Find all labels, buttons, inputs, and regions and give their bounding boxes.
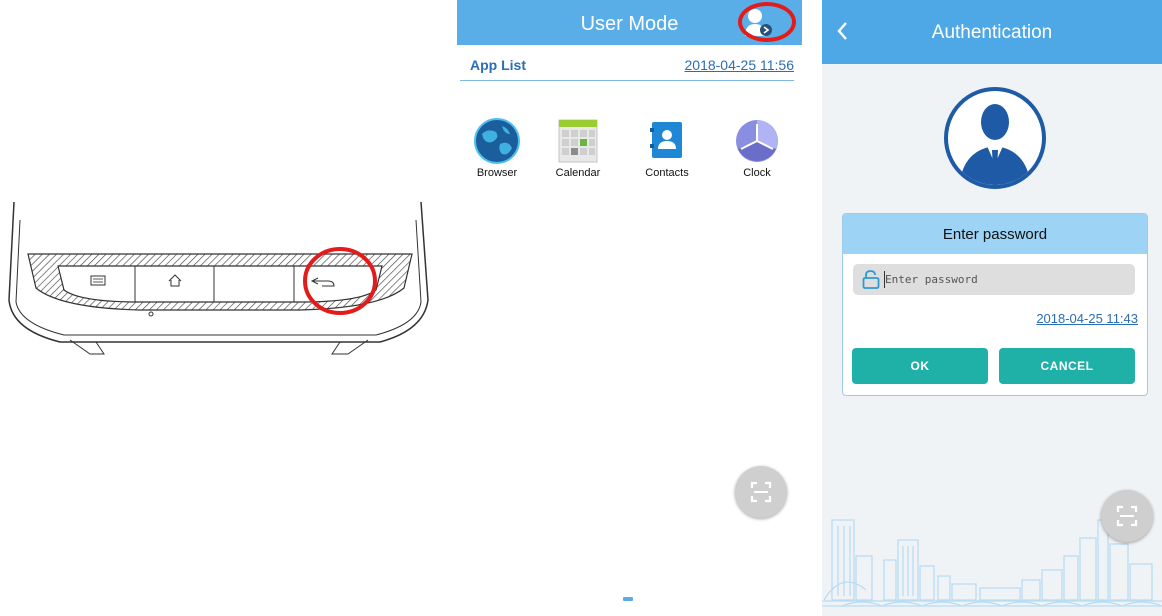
chevron-left-icon xyxy=(837,22,847,40)
page-indicator xyxy=(623,597,633,601)
app-label: Calendar xyxy=(555,167,601,179)
authentication-header: Authentication xyxy=(822,0,1162,64)
app-label: Browser xyxy=(476,167,518,179)
app-calendar[interactable]: Calendar xyxy=(543,118,613,179)
scan-icon xyxy=(1116,505,1138,527)
password-input[interactable]: Enter password xyxy=(853,264,1135,295)
authentication-title: Authentication xyxy=(931,22,1053,43)
clock-icon xyxy=(734,118,780,164)
device-diagram xyxy=(8,201,429,355)
cancel-button[interactable]: CANCEL xyxy=(999,348,1135,384)
password-placeholder: Enter password xyxy=(885,273,978,286)
app-clock[interactable]: Clock xyxy=(722,118,792,179)
user-mode-screen: User Mode App List 2018-04-25 11:56 Brow… xyxy=(457,0,802,616)
browser-globe-icon xyxy=(474,118,520,164)
ok-button[interactable]: OK xyxy=(852,348,988,384)
user-avatar-icon xyxy=(944,87,1046,189)
scan-button[interactable] xyxy=(735,466,787,518)
user-mode-title: User Mode xyxy=(580,13,679,35)
calendar-icon xyxy=(555,118,601,164)
app-contacts[interactable]: Contacts xyxy=(632,118,702,179)
app-browser[interactable]: Browser xyxy=(462,118,532,179)
app-label: Clock xyxy=(743,167,771,179)
scan-icon xyxy=(750,481,772,503)
scan-button[interactable] xyxy=(1101,490,1153,542)
app-list-label: App List xyxy=(470,57,526,73)
divider xyxy=(460,80,794,81)
app-label: Contacts xyxy=(645,167,689,179)
app-list-bar: App List 2018-04-25 11:56 xyxy=(457,47,802,81)
unlock-icon xyxy=(862,270,880,289)
contacts-icon xyxy=(644,118,690,164)
highlight-circle xyxy=(738,2,796,42)
authentication-screen: Authentication Enter password Enter pass… xyxy=(822,0,1162,616)
device-bottom-illustration xyxy=(0,190,440,370)
dialog-title: Enter password xyxy=(843,214,1147,254)
back-button[interactable] xyxy=(834,18,854,44)
password-dialog: Enter password Enter password 2018-04-25… xyxy=(842,213,1148,396)
avatar xyxy=(933,86,1057,190)
datetime-link[interactable]: 2018-04-25 11:56 xyxy=(685,57,795,73)
datetime-link[interactable]: 2018-04-25 11:43 xyxy=(1036,311,1138,326)
